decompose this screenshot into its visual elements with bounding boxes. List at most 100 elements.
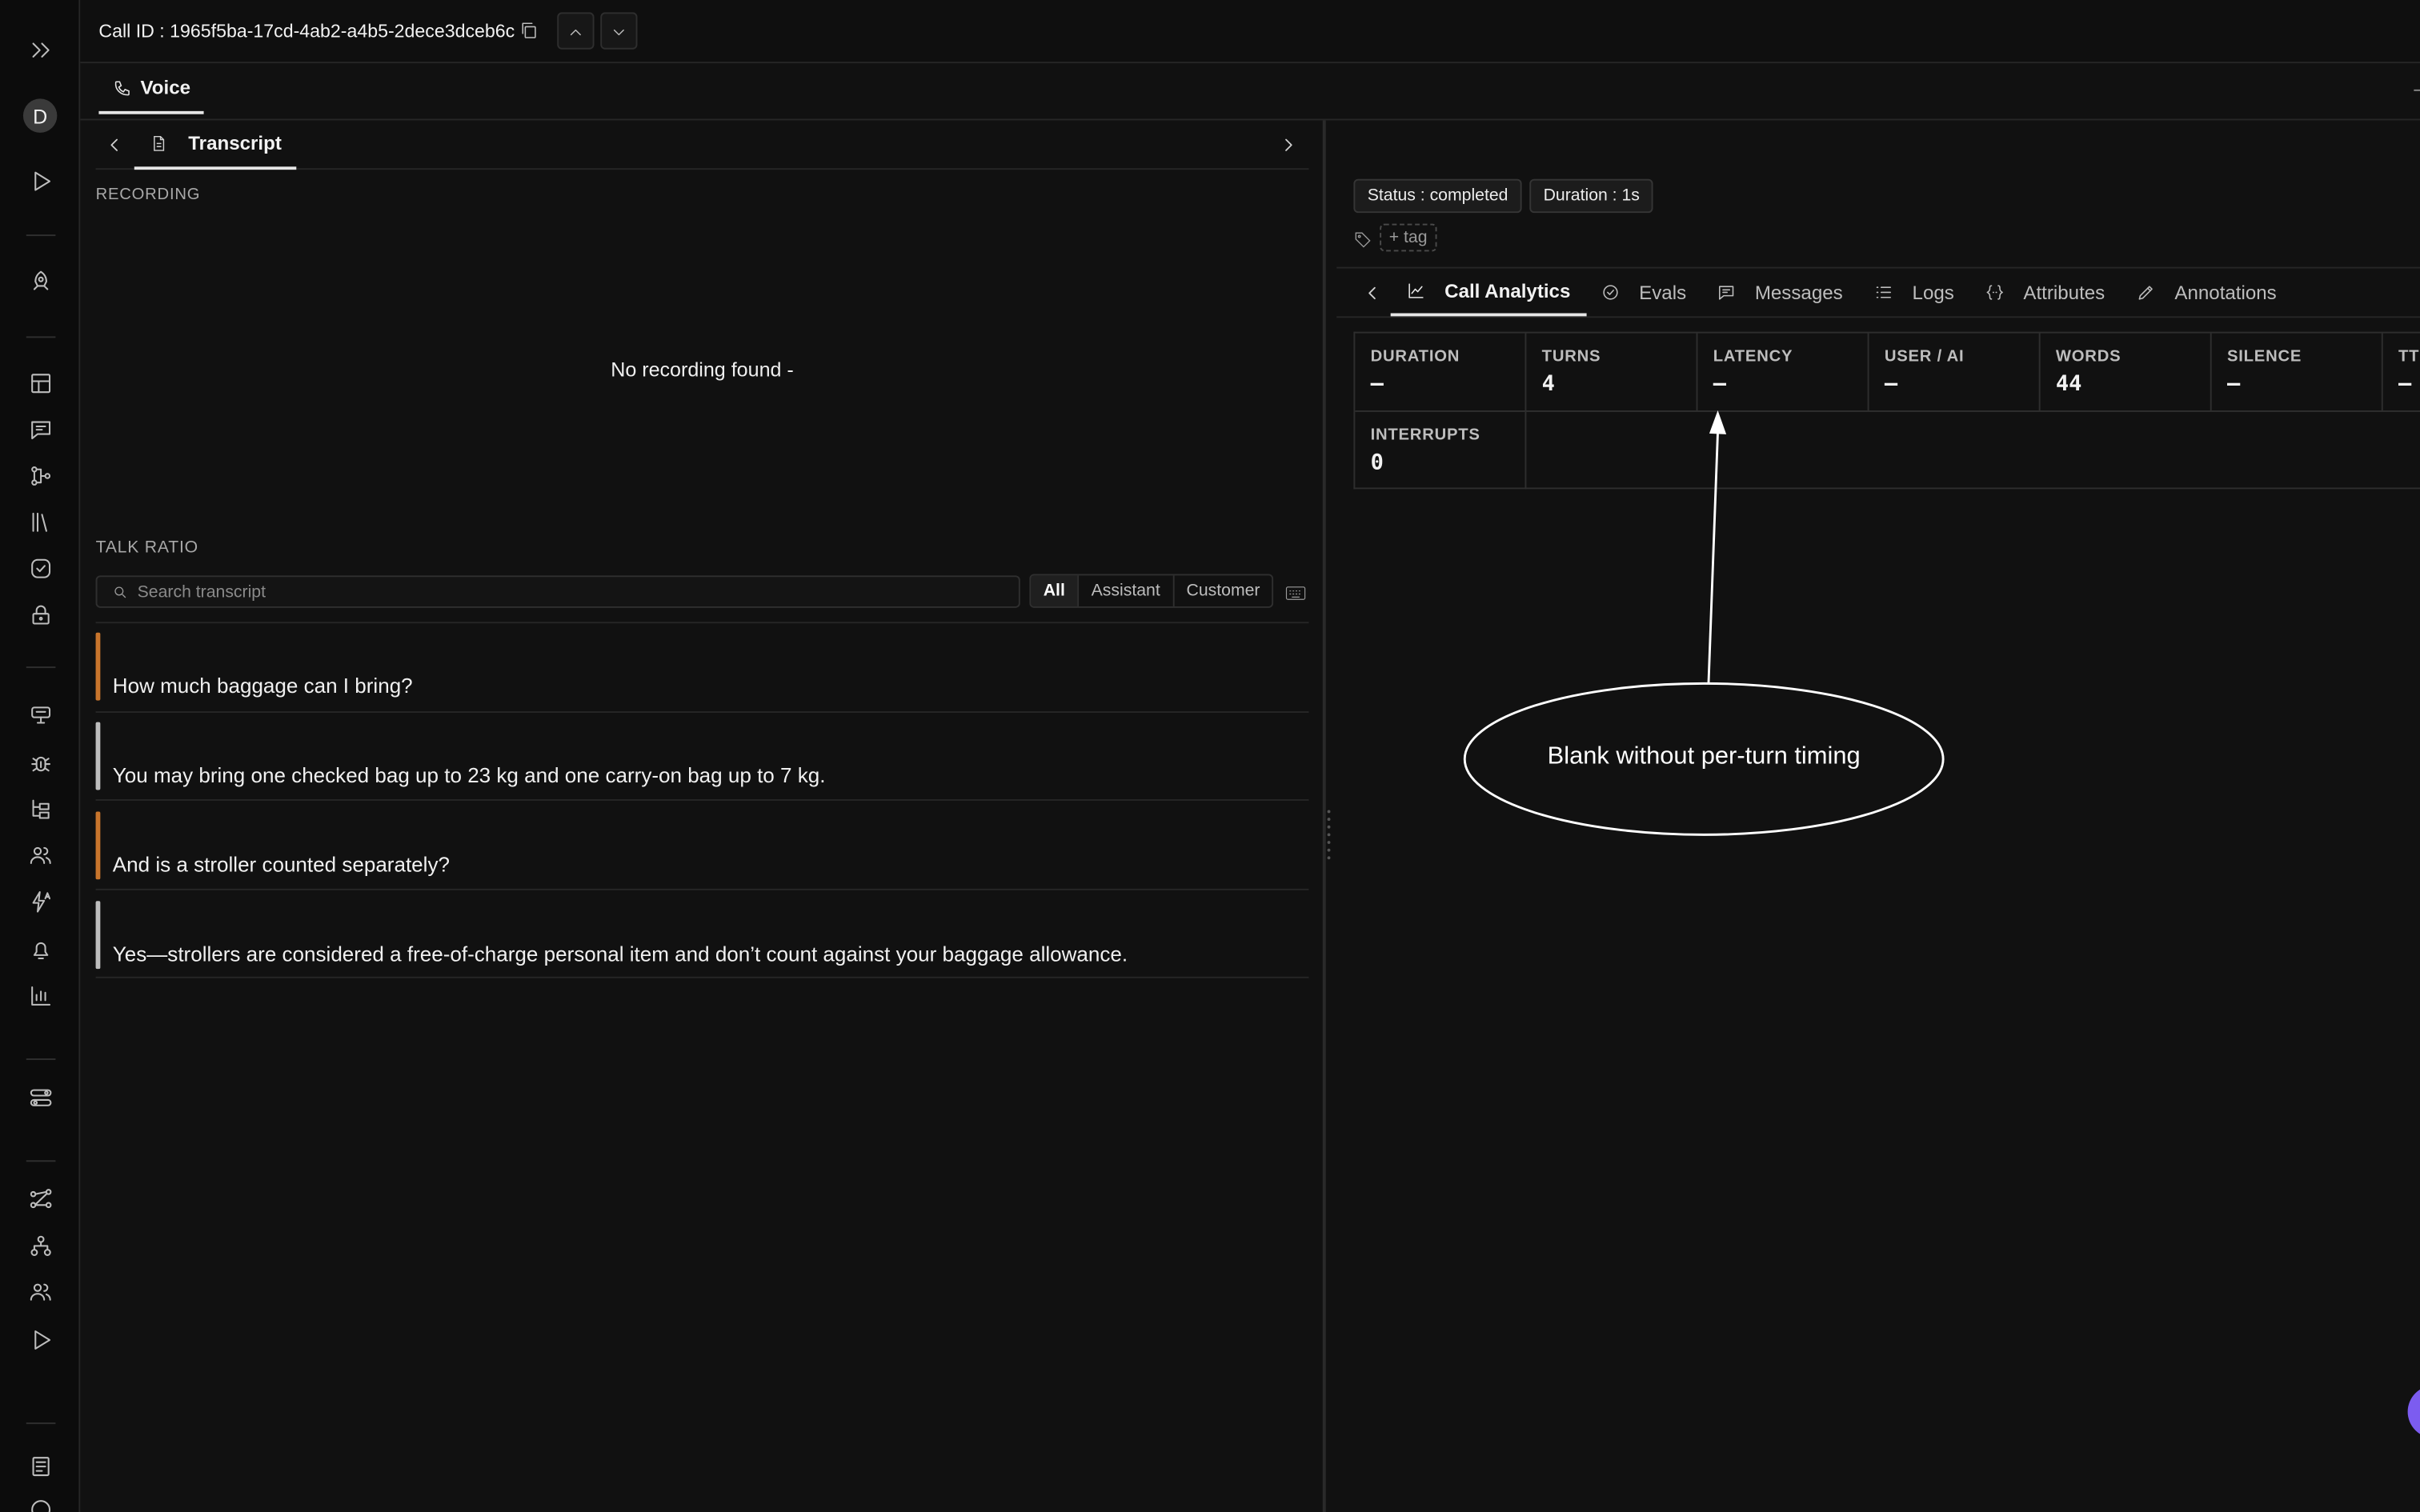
sidebar-divider: [26, 1058, 56, 1060]
run-icon[interactable]: [22, 1321, 58, 1358]
library-icon[interactable]: [22, 503, 58, 540]
tab-transcript-label: Transcript: [188, 132, 282, 154]
chevron-right-icon[interactable]: [1278, 134, 1300, 156]
bar-chart-icon[interactable]: [22, 977, 58, 1014]
message-text: You may bring one checked bag up to 23 k…: [112, 763, 826, 787]
workflow-icon[interactable]: [22, 457, 58, 494]
search-icon: [114, 586, 126, 598]
metrics-grid: DURATION – TURNS 4 LATENCY – USER / AI –…: [1353, 331, 2420, 490]
rocket-icon[interactable]: [22, 262, 58, 299]
transcript-message: How much baggage can I bring?: [95, 632, 1309, 710]
keyboard-icon[interactable]: [1285, 582, 1306, 600]
next-call-button[interactable]: [600, 12, 638, 50]
sidebar: D: [0, 0, 81, 1512]
metric-value: –: [1884, 371, 1898, 397]
metric-label: INTERRUPTS: [1370, 426, 1480, 445]
copy-icon[interactable]: [519, 20, 539, 40]
check-circle-icon: [1603, 285, 1618, 300]
divider: [95, 799, 1309, 801]
hierarchy-icon[interactable]: [22, 1226, 58, 1263]
tab-logs-label: Logs: [1912, 281, 1954, 303]
tabrow-edge-mark: [2414, 89, 2420, 91]
docs-icon[interactable]: [22, 1447, 58, 1484]
tab-logs[interactable]: Logs: [1873, 269, 1954, 317]
tab-call-analytics[interactable]: Call Analytics: [1390, 269, 1586, 317]
message-icon: [1718, 286, 1734, 300]
metric-user-ai: USER / AI –: [1869, 333, 2041, 411]
metric-turns: TURNS 4: [1526, 333, 1698, 411]
add-tag-button[interactable]: + tag: [1380, 223, 1437, 252]
top-bar: Call ID : 1965f5ba-17cd-4ab2-a4b5-2dece3…: [80, 0, 2420, 64]
filter-customer[interactable]: Customer: [1172, 575, 1272, 606]
metric-value: –: [2398, 371, 2412, 397]
tree-list-icon[interactable]: [22, 790, 58, 826]
bug-icon[interactable]: [22, 744, 58, 781]
transcript-message: Yes—strollers are considered a free-of-c…: [95, 901, 1309, 978]
monitor-icon[interactable]: [22, 696, 58, 733]
document-icon: [154, 135, 165, 151]
metric-value: 44: [2055, 371, 2082, 397]
alert-bell-icon[interactable]: [22, 930, 58, 967]
search-input[interactable]: [137, 580, 1002, 606]
previous-call-button[interactable]: [557, 12, 595, 50]
analytics-tabs: Call Analytics Evals Messages Logs Attri…: [1336, 266, 2420, 318]
bolt-text-icon[interactable]: [22, 882, 58, 919]
tab-transcript[interactable]: Transcript: [134, 120, 298, 170]
metric-interrupts: INTERRUPTS 0: [1355, 411, 1527, 490]
metric-label: SILENCE: [2226, 346, 2302, 366]
avatar[interactable]: D: [22, 98, 58, 133]
transcript-message: You may bring one checked bag up to 23 k…: [95, 722, 1309, 799]
annotation-text: Blank without per-turn timing: [1547, 743, 1861, 770]
help-icon[interactable]: [22, 1490, 58, 1512]
metric-label: TURNS: [1541, 346, 1601, 366]
transcript-subtabs: Transcript: [95, 120, 1309, 170]
chevron-left-icon[interactable]: [1361, 282, 1383, 304]
filter-assistant[interactable]: Assistant: [1077, 575, 1172, 606]
list-icon: [1876, 286, 1891, 298]
metric-label: USER / AI: [1884, 346, 1965, 366]
users-icon[interactable]: [22, 836, 58, 873]
play-icon[interactable]: [22, 162, 58, 199]
divider: [95, 622, 1309, 624]
metric-label: DURATION: [1370, 346, 1460, 366]
team-icon[interactable]: [22, 1273, 58, 1310]
metric-value: 0: [1370, 450, 1384, 476]
table-icon[interactable]: [22, 364, 58, 401]
tag-icon: [1353, 228, 1372, 248]
settings-sliders-icon[interactable]: [22, 1078, 58, 1115]
line-chart-icon: [1408, 283, 1424, 298]
status-badge: Status : completed: [1353, 178, 1522, 214]
tab-messages[interactable]: Messages: [1717, 269, 1843, 317]
chevron-left-icon[interactable]: [103, 134, 125, 156]
metric-value: –: [2226, 371, 2241, 397]
resize-handle[interactable]: [1327, 810, 1332, 866]
channel-tabs: Voice: [80, 63, 2420, 121]
panel-divider: [1322, 120, 1326, 1512]
tab-annotations-label: Annotations: [2174, 281, 2277, 303]
tab-call-analytics-label: Call Analytics: [1444, 280, 1571, 302]
check-badge-icon[interactable]: [22, 550, 58, 586]
sidebar-divider: [26, 234, 56, 237]
metric-value: –: [1713, 371, 1727, 397]
pencil-icon: [2138, 286, 2153, 300]
share-network-icon[interactable]: [22, 1180, 58, 1217]
tab-voice[interactable]: Voice: [98, 63, 205, 114]
search-transcript: [95, 575, 1020, 608]
tab-annotations[interactable]: Annotations: [2136, 269, 2277, 317]
filter-all[interactable]: All: [1031, 575, 1078, 606]
metric-value: –: [1370, 371, 1384, 397]
metric-words: WORDS 44: [2041, 333, 2212, 411]
tab-attributes[interactable]: Attributes: [1985, 269, 2105, 317]
expand-sidebar-icon[interactable]: [22, 31, 58, 68]
transcript-panel: Transcript RECORDING No recording found …: [80, 120, 1324, 1512]
tab-evals[interactable]: Evals: [1601, 269, 1686, 317]
chat-bolt-icon[interactable]: [22, 410, 58, 447]
phone-icon: [114, 80, 130, 95]
metric-label: TTFB: [2398, 346, 2420, 366]
lock-icon[interactable]: [22, 595, 58, 632]
metric-duration: DURATION –: [1355, 333, 1527, 411]
tab-voice-label: Voice: [140, 76, 191, 98]
metric-label: LATENCY: [1713, 346, 1793, 366]
no-recording-message: No recording found -: [611, 358, 794, 382]
speaker-filter: All Assistant Customer: [1029, 574, 1274, 608]
